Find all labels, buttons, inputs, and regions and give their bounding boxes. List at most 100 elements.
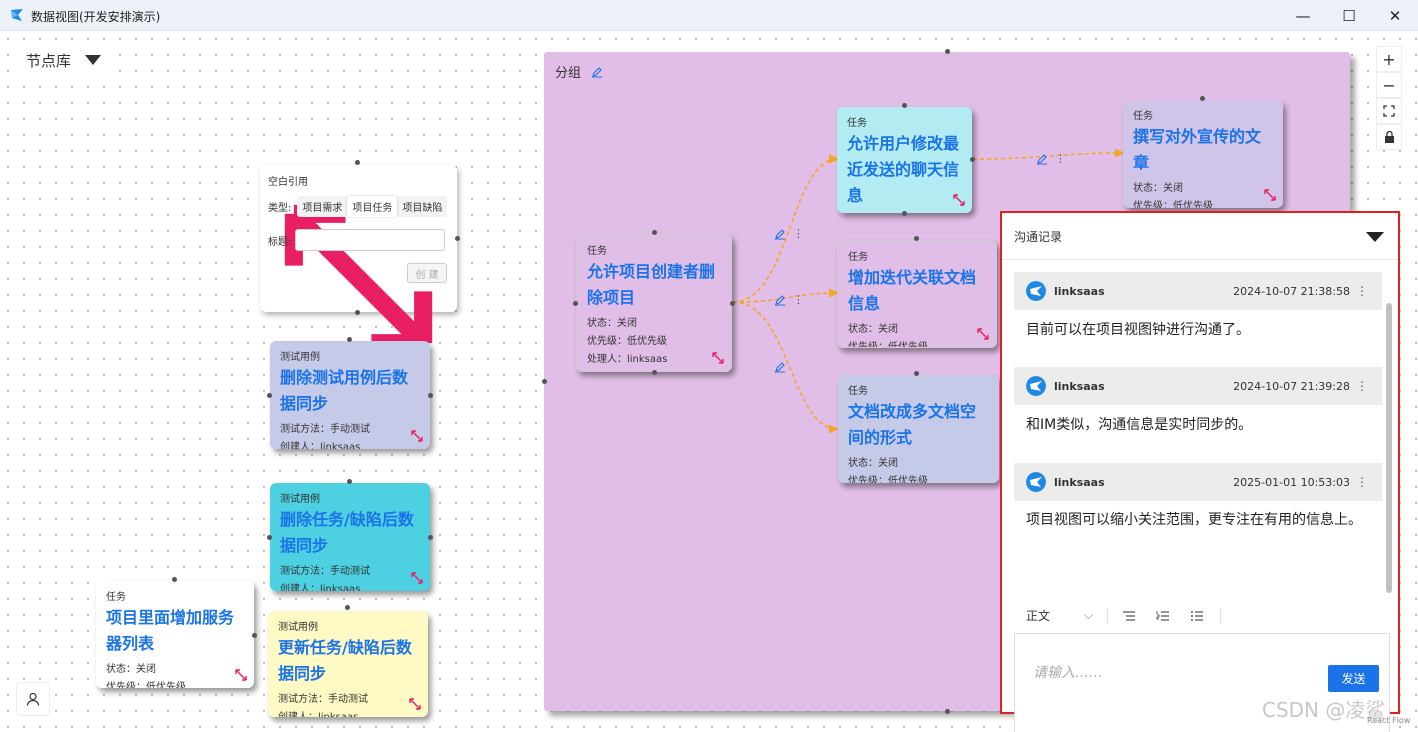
type-option-requirement[interactable]: 项目需求 xyxy=(297,196,347,217)
toolbar-divider xyxy=(1220,608,1222,623)
title-bar: 数据视图(开发安排演示) — ☐ ✕ xyxy=(0,0,1418,31)
resize-icon[interactable] xyxy=(408,697,422,711)
chevron-down-icon[interactable]: ⌵ xyxy=(1084,608,1093,623)
node-handle[interactable] xyxy=(573,301,578,306)
type-option-bug[interactable]: 项目缺陷 xyxy=(397,196,447,217)
message-user: linksaas xyxy=(1054,284,1105,298)
node-handle[interactable] xyxy=(652,370,657,375)
align-icon[interactable] xyxy=(1122,610,1136,622)
node-detail: 创建人：linksaas xyxy=(280,442,361,449)
node-handle[interactable] xyxy=(267,393,272,398)
node-handle[interactable] xyxy=(902,103,907,108)
title-input[interactable] xyxy=(295,229,446,251)
node-title[interactable]: 更新任务/缺陷后数据同步 xyxy=(278,635,418,687)
node-handle[interactable] xyxy=(252,633,257,638)
node-title[interactable]: 删除任务/缺陷后数据同步 xyxy=(280,507,420,559)
node-title[interactable]: 撰写对外宣传的文章 xyxy=(1133,124,1273,176)
ordered-list-icon[interactable] xyxy=(1156,610,1170,622)
task-node[interactable]: 任务 允许用户修改最近发送的聊天信息 xyxy=(837,107,972,213)
node-detail: 状态：关闭 xyxy=(1133,183,1183,194)
message-text: 目前可以在项目视图钟进行沟通了。 xyxy=(1026,322,1250,338)
format-select[interactable]: 正文 xyxy=(1026,607,1050,624)
message-time: 2025-01-01 10:53:03 xyxy=(1233,475,1350,489)
type-label: 类型: xyxy=(268,203,292,214)
edge-edit-icon[interactable] xyxy=(1036,153,1048,165)
task-node[interactable]: 任务 文档改成多文档空间的形式 状态：关闭 优先级：低优先级 xyxy=(838,375,999,483)
edge-edit-icon[interactable] xyxy=(774,228,786,240)
close-button[interactable]: ✕ xyxy=(1372,0,1418,31)
node-handle[interactable] xyxy=(428,535,433,540)
node-handle[interactable] xyxy=(355,160,360,165)
more-icon[interactable]: ⋮ xyxy=(1356,379,1368,393)
message-text: 项目视图可以缩小关注范围，更专注在有用的信息上。 xyxy=(1026,512,1362,528)
edge-edit-icon[interactable] xyxy=(774,361,786,373)
node-handle[interactable] xyxy=(730,301,735,306)
node-detail: 创建人：linksaas xyxy=(278,708,418,717)
task-node[interactable]: 任务 增加迭代关联文档信息 状态：关闭 优先级：低优先级 xyxy=(837,240,997,348)
edge xyxy=(972,148,1126,160)
resize-icon[interactable] xyxy=(410,429,424,443)
node-handle[interactable] xyxy=(267,535,272,540)
type-selector-row: 类型: 项目需求 项目任务 项目缺陷 xyxy=(268,196,448,217)
more-icon[interactable]: ⋮ xyxy=(793,294,804,305)
test-case-node[interactable]: 测试用例 删除测试用例后数据同步 测试方法：手动测试 创建人：linksaas xyxy=(270,341,430,449)
create-button[interactable]: 创 建 xyxy=(407,263,447,283)
communication-panel: 沟通记录 linksaas 2024-10-07 21:38:58 ⋮ 目前可以… xyxy=(1000,211,1400,732)
node-detail: 创建人：linksaas xyxy=(280,584,361,591)
node-handle[interactable] xyxy=(652,230,657,235)
node-handle[interactable] xyxy=(347,337,352,342)
test-case-node[interactable]: 测试用例 更新任务/缺陷后数据同步 测试方法：手动测试 创建人：linksaas xyxy=(268,611,428,717)
resize-icon[interactable] xyxy=(952,193,966,207)
node-handle[interactable] xyxy=(347,479,352,484)
node-handle[interactable] xyxy=(455,236,460,241)
resize-icon[interactable] xyxy=(711,351,725,365)
node-title[interactable]: 文档改成多文档空间的形式 xyxy=(848,399,989,451)
panel-header[interactable]: 沟通记录 xyxy=(1002,213,1398,260)
node-handle[interactable] xyxy=(1200,96,1205,101)
node-handle[interactable] xyxy=(172,577,177,582)
node-title[interactable]: 增加迭代关联文档信息 xyxy=(848,265,986,317)
resize-icon[interactable] xyxy=(976,327,990,341)
node-detail: 优先级：低优先级 xyxy=(1133,201,1213,208)
node-title[interactable]: 允许项目创建者删除项目 xyxy=(587,259,721,311)
task-node[interactable]: 任务 撰写对外宣传的文章 状态：关闭 优先级：低优先级 xyxy=(1123,100,1283,208)
resize-icon[interactable] xyxy=(410,571,424,585)
test-case-node[interactable]: 测试用例 删除任务/缺陷后数据同步 测试方法：手动测试 创建人：linksaas xyxy=(270,483,430,591)
node-title[interactable]: 允许用户修改最近发送的聊天信息 xyxy=(847,131,962,209)
flow-canvas[interactable]: 节点库 + − 分组 ⋮ ⋮ ⋮ 空白引用 类型: 项目需求 项目任务 项目缺陷… xyxy=(0,31,1418,732)
more-icon[interactable]: ⋮ xyxy=(793,228,804,239)
collapse-caret-icon[interactable] xyxy=(1366,232,1384,242)
more-icon[interactable]: ⋮ xyxy=(1055,153,1066,164)
node-handle[interactable] xyxy=(970,157,975,162)
maximize-button[interactable]: ☐ xyxy=(1326,0,1372,31)
bullet-list-icon[interactable] xyxy=(1190,610,1204,622)
blank-reference-node[interactable]: 空白引用 类型: 项目需求 项目任务 项目缺陷 标题: 创 建 xyxy=(260,165,457,353)
send-button[interactable]: 发送 xyxy=(1328,665,1379,692)
node-detail: 优先级：低优先级 xyxy=(587,336,667,347)
node-handle[interactable] xyxy=(428,393,433,398)
react-flow-attribution[interactable]: React Flow xyxy=(1367,716,1410,725)
resize-icon[interactable] xyxy=(234,668,248,682)
minimize-button[interactable]: — xyxy=(1280,0,1326,31)
more-icon[interactable]: ⋮ xyxy=(1356,475,1368,489)
editor-placeholder: 请输入…… xyxy=(1033,665,1103,681)
node-detail: 优先级：低优先级 xyxy=(848,476,928,483)
edge-edit-icon[interactable] xyxy=(774,294,786,306)
scrollbar[interactable] xyxy=(1386,303,1392,593)
node-title[interactable]: 删除测试用例后数据同步 xyxy=(280,365,420,417)
node-handle[interactable] xyxy=(355,310,360,315)
title-label: 标题: xyxy=(268,236,292,248)
type-option-task[interactable]: 项目任务 xyxy=(347,196,398,217)
node-handle[interactable] xyxy=(902,211,907,216)
more-icon[interactable]: ⋮ xyxy=(1356,284,1368,298)
node-handle[interactable] xyxy=(345,605,350,610)
node-detail: 状态：关闭 xyxy=(106,664,156,675)
node-title[interactable]: 项目里面增加服务器列表 xyxy=(106,605,244,657)
task-node[interactable]: 任务 允许项目创建者删除项目 状态：关闭 优先级：低优先级 处理人：linksa… xyxy=(576,234,732,372)
node-detail: 状态：关闭 xyxy=(848,324,898,335)
task-node[interactable]: 任务 项目里面增加服务器列表 状态：关闭 优先级：低优先级 xyxy=(96,581,254,688)
resize-icon[interactable] xyxy=(1263,188,1277,202)
node-handle[interactable] xyxy=(914,371,919,376)
node-handle[interactable] xyxy=(914,236,919,241)
message-header: linksaas 2025-01-01 10:53:03 ⋮ xyxy=(1014,463,1382,501)
